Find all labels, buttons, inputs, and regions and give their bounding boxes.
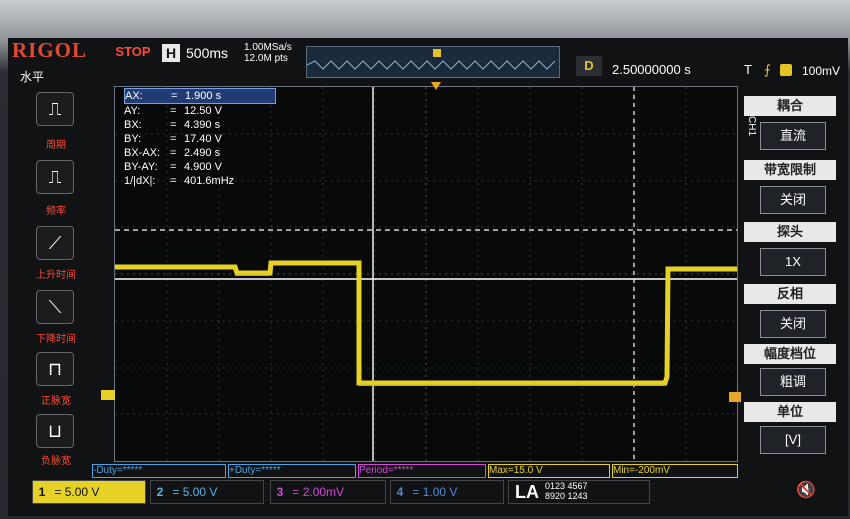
frequency-icon: ⎍ <box>48 167 62 187</box>
ch1-number: 1 <box>38 485 46 499</box>
trigger-position-marker[interactable] <box>433 49 441 57</box>
left-menu-title: 水平 <box>20 70 45 84</box>
fall-time-label: 下降时间 <box>36 334 76 345</box>
positive-width-label: 正脉宽 <box>41 396 71 407</box>
measurement-min[interactable]: Min=-200mV <box>612 464 738 478</box>
memory-wave <box>306 49 556 70</box>
ch2-scale: 5.00 V <box>182 485 218 499</box>
cursor-row-freq: 1/|dX|: = 401.6mHz <box>124 175 235 187</box>
memory-overview <box>306 46 560 78</box>
probe-title: 探头 <box>744 222 836 242</box>
trigger-time-marker[interactable] <box>431 82 441 90</box>
coupling-title: 耦合 <box>744 96 836 116</box>
cursor-row-bx: BX: = 4.390 s <box>124 119 221 131</box>
period-icon: ⎍ <box>48 99 62 119</box>
volts-div-title: 幅度档位 <box>744 344 836 364</box>
measurement-pos-duty[interactable]: +Duty=***** <box>228 464 356 478</box>
ch4-number: 4 <box>396 485 404 499</box>
ch2-scale-box[interactable]: 2 = 5.00 V <box>150 480 264 504</box>
cursor-row-dy: BY-AY: = 4.900 V <box>124 161 222 173</box>
delay-label: D <box>576 56 602 76</box>
ch3-scale: 2.00mV <box>302 485 345 499</box>
ch1-scale: 5.00 V <box>64 485 100 499</box>
cursor-row-ay: AY: = 12.50 V <box>124 105 222 117</box>
ch3-number: 3 <box>276 485 284 499</box>
run-state[interactable]: STOP <box>108 42 158 62</box>
ch4-scale: 1.00 V <box>422 485 458 499</box>
positive-width-button[interactable]: ⊓ <box>36 352 74 386</box>
cursor-row-by: BY: = 17.40 V <box>124 133 222 145</box>
rising-edge-icon: ⨍ <box>764 62 771 77</box>
cursor-row-dx: BX-AX: = 2.490 s <box>124 147 221 159</box>
sample-info: 1.00MSa/s 12.0M pts <box>244 42 292 64</box>
trigger-level-marker[interactable] <box>729 392 741 402</box>
ch4-scale-box[interactable]: 4 = 1.00 V <box>390 480 504 504</box>
measurement-period[interactable]: Period=***** <box>358 464 486 478</box>
ch1-ground-marker[interactable] <box>101 390 115 400</box>
negative-width-label: 负脉宽 <box>41 456 71 467</box>
channel-label: CH1 <box>746 116 757 137</box>
frequency-button[interactable]: ⎍ <box>36 160 74 194</box>
invert-button[interactable]: 关闭 <box>760 310 826 338</box>
speaker-mute-icon[interactable]: 🔇 <box>796 480 816 500</box>
rise-time-icon: ⟋ <box>48 233 62 253</box>
timebase-value: 500ms <box>186 45 229 61</box>
frequency-label: 频率 <box>46 206 66 217</box>
memory-depth: 12.0M pts <box>244 53 288 64</box>
trigger-source-icon <box>780 64 792 76</box>
trigger-label: T <box>744 62 752 77</box>
bandwidth-button[interactable]: 关闭 <box>760 186 826 214</box>
cursor-row-ax: AX: = 1.900 s <box>124 88 276 104</box>
negative-width-button[interactable]: ⊔ <box>36 414 74 448</box>
delay-value: 2.50000000 s <box>612 62 691 77</box>
measurement-neg-duty[interactable]: -Duty=***** <box>92 464 226 478</box>
bandwidth-title: 带宽限制 <box>744 160 836 180</box>
probe-button[interactable]: 1X <box>760 248 826 276</box>
la-box[interactable]: LA 0123 4567 8920 1243 <box>508 480 650 504</box>
trigger-level: 100mV <box>802 64 841 78</box>
la-label: LA <box>515 482 539 502</box>
rise-time-button[interactable]: ⟋ <box>36 226 74 260</box>
period-button[interactable]: ⎍ <box>36 92 74 126</box>
measurement-max[interactable]: Max=15.0 V <box>488 464 610 478</box>
positive-width-icon: ⊓ <box>47 359 63 379</box>
ch2-number: 2 <box>156 485 164 499</box>
sample-rate: 1.00MSa/s <box>244 42 292 53</box>
horizontal-label: H <box>162 44 180 62</box>
volts-div-button[interactable]: 粗调 <box>760 368 826 396</box>
period-label: 周期 <box>46 140 66 151</box>
coupling-button[interactable]: 直流 <box>760 122 826 150</box>
invert-title: 反相 <box>744 284 836 304</box>
rigol-logo: RIGOL <box>12 38 88 62</box>
unit-button[interactable]: [V] <box>760 426 826 454</box>
rise-time-label: 上升时间 <box>36 270 76 281</box>
fall-time-button[interactable]: ⟍ <box>36 290 74 324</box>
ch3-scale-box[interactable]: 3 = 2.00mV <box>270 480 386 504</box>
cursor-readout: AX: = 1.900 s AY: = 12.50 V BX: = 4.390 s BY: =… <box>124 88 276 188</box>
unit-title: 单位 <box>744 402 836 422</box>
fall-time-icon: ⟍ <box>48 297 62 317</box>
ch1-noise <box>235 274 665 386</box>
negative-width-icon: ⊔ <box>47 421 63 441</box>
ch1-scale-box[interactable]: 1 = 5.00 V <box>32 480 146 504</box>
